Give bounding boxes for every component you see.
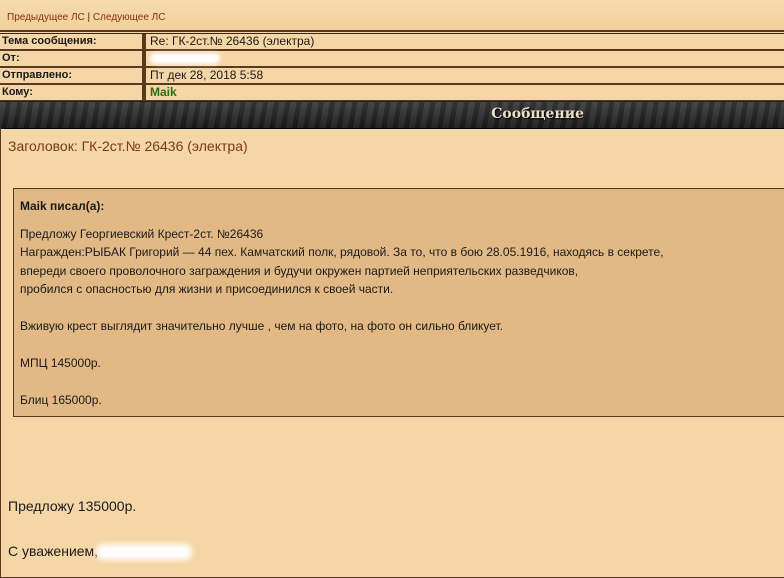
quote-line: пробился с опасностью для жизни и присое… bbox=[20, 282, 394, 296]
to-label: Кому: bbox=[0, 85, 146, 100]
offer-text: Предложу 135000р. bbox=[8, 498, 137, 514]
from-value bbox=[146, 51, 784, 66]
recipient-link[interactable]: Maik bbox=[146, 85, 784, 100]
quote-line: впереди своего проволочного заграждения … bbox=[20, 263, 579, 278]
quote-line: Награжден:РЫБАК Григорий — 44 пех. Камча… bbox=[20, 245, 664, 259]
subject-row: Тема сообщения: Re: ГК-2ст.№ 26436 (элек… bbox=[0, 34, 784, 51]
signature: С уважением, bbox=[8, 543, 193, 561]
regards-text: С уважением, bbox=[8, 543, 99, 559]
quote-author: Maik писал(а): bbox=[20, 199, 105, 213]
sent-label: Отправлено: bbox=[0, 68, 146, 83]
to-row: Кому: Maik bbox=[0, 85, 784, 102]
message-subject-line: Заголовок: ГК-2ст.№ 26436 (электра) bbox=[8, 138, 248, 154]
pm-navigation: Предыдущее ЛС | Следующее ЛС bbox=[0, 0, 784, 32]
redacted-signature bbox=[96, 544, 193, 561]
quote-line: Предложу Георгиевский Крест-2ст. №26436 bbox=[20, 226, 264, 241]
subject-value: Re: ГК-2ст.№ 26436 (электра) bbox=[146, 34, 784, 49]
quote-line: МПЦ 145000р. bbox=[20, 356, 101, 370]
next-pm-link[interactable]: Следующее ЛС bbox=[93, 12, 166, 23]
subject-label: Тема сообщения: bbox=[0, 34, 146, 49]
quote-line: Блиц 165000р. bbox=[20, 393, 102, 407]
message-bar-title: Сообщение bbox=[491, 106, 584, 122]
quote-block: Maik писал(а): Предложу Георгиевский Кре… bbox=[13, 188, 784, 417]
sent-row: Отправлено: Пт дек 28, 2018 5:58 bbox=[0, 68, 784, 85]
from-label: От: bbox=[0, 51, 146, 66]
from-row: От: bbox=[0, 51, 784, 68]
message-body: Заголовок: ГК-2ст.№ 26436 (электра) Maik… bbox=[0, 128, 784, 578]
message-header: Тема сообщения: Re: ГК-2ст.№ 26436 (элек… bbox=[0, 33, 784, 102]
nav-separator: | bbox=[87, 12, 91, 23]
sent-value: Пт дек 28, 2018 5:58 bbox=[146, 68, 784, 83]
message-title-bar: Сообщение bbox=[0, 101, 784, 129]
redacted-sender bbox=[150, 53, 220, 65]
pm-nav-links: Предыдущее ЛС | Следующее ЛС bbox=[7, 12, 165, 23]
quote-line: Вживую крест выглядит значительно лучше … bbox=[20, 319, 504, 333]
previous-pm-link[interactable]: Предыдущее ЛС bbox=[7, 12, 85, 23]
